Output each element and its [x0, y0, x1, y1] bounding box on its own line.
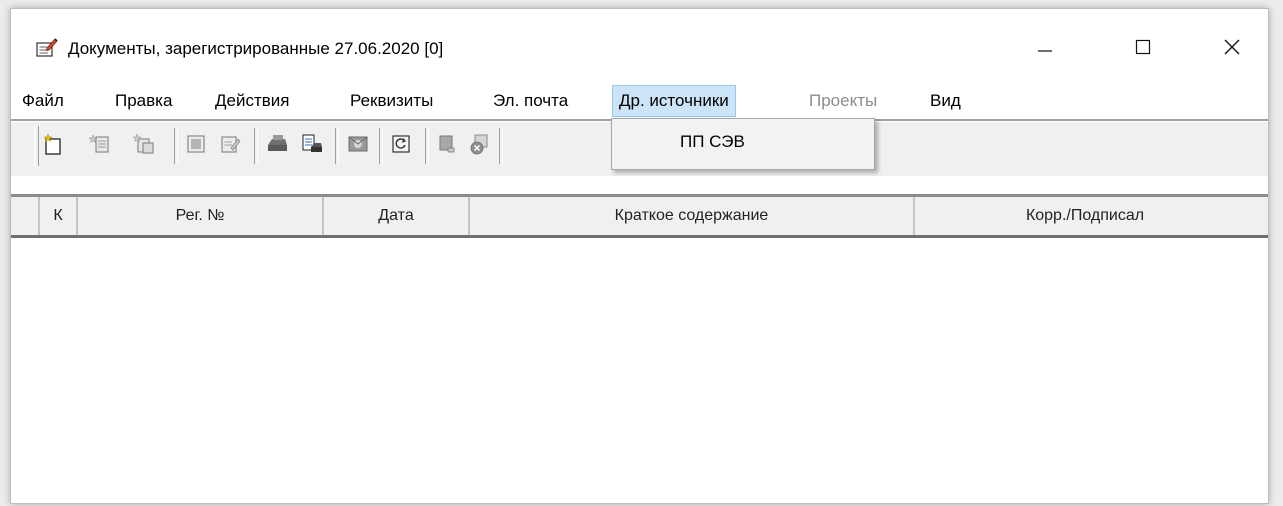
documents-list[interactable] — [11, 238, 1268, 503]
maximize-icon — [1135, 39, 1151, 55]
menu-projects[interactable]: Проекты — [803, 85, 883, 117]
table-header: К Рег. № Дата Краткое содержание Корр./П… — [11, 197, 1268, 237]
new-outgoing-icon[interactable] — [132, 133, 155, 155]
attach-icon[interactable] — [436, 133, 458, 155]
maximize-button[interactable] — [1117, 29, 1169, 65]
view-card-icon[interactable] — [185, 133, 207, 155]
panel-gap — [11, 176, 1268, 194]
toolbar-separator — [254, 128, 258, 164]
menu-view[interactable]: Вид — [924, 85, 967, 117]
window-title: Документы, зарегистрированные 27.06.2020… — [68, 39, 444, 58]
column-header-reg-number[interactable]: Рег. № — [78, 197, 324, 235]
column-header-k[interactable]: К — [40, 197, 78, 235]
column-header-marker[interactable] — [11, 197, 40, 235]
toolbar-separator — [379, 128, 383, 164]
menu-actions[interactable]: Действия — [209, 85, 295, 117]
menu-edit[interactable]: Правка — [109, 85, 178, 117]
new-incoming-icon[interactable] — [88, 133, 111, 155]
toolbar-separator — [499, 128, 503, 164]
close-button[interactable] — [1206, 29, 1258, 65]
toolbar-separator — [335, 128, 339, 164]
other-sources-dropdown: ПП СЭВ — [611, 118, 875, 170]
toolbar-separator — [425, 128, 429, 164]
minimize-icon — [1038, 50, 1052, 52]
menu-requisites[interactable]: Реквизиты — [344, 85, 439, 117]
new-document-icon[interactable] — [43, 133, 65, 155]
minimize-button[interactable] — [1019, 29, 1071, 65]
mail-icon[interactable] — [347, 133, 369, 155]
menu-bar: Файл Правка Действия Реквизиты Эл. почта… — [11, 85, 1268, 119]
title-bar[interactable]: Документы, зарегистрированные 27.06.2020… — [11, 9, 1268, 85]
print-icon[interactable] — [266, 133, 288, 155]
close-icon — [1224, 39, 1240, 55]
delete-icon[interactable] — [469, 133, 491, 155]
menu-file[interactable]: Файл — [16, 85, 70, 117]
document-edit-icon — [36, 37, 58, 57]
menu-email[interactable]: Эл. почта — [487, 85, 574, 117]
toolbar-grip[interactable] — [34, 126, 39, 166]
column-header-correspondent[interactable]: Корр./Подписал — [915, 197, 1255, 235]
refresh-icon[interactable] — [390, 133, 412, 155]
toolbar-separator — [174, 128, 178, 164]
print-report-icon[interactable] — [301, 133, 323, 155]
dropdown-item-pp-sev[interactable]: ПП СЭВ — [680, 132, 745, 152]
main-window: Документы, зарегистрированные 27.06.2020… — [10, 8, 1269, 504]
column-header-date[interactable]: Дата — [324, 197, 470, 235]
menu-other-sources[interactable]: Др. источники — [612, 85, 736, 117]
edit-card-icon[interactable] — [219, 133, 241, 155]
column-header-summary[interactable]: Краткое содержание — [470, 197, 915, 235]
